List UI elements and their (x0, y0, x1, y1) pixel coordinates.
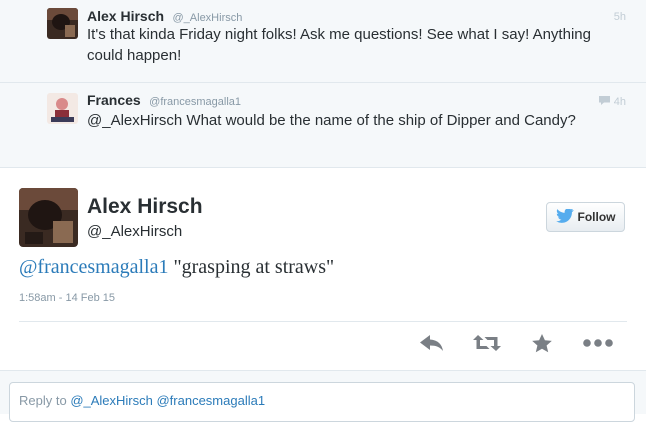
reply-mentions: @_AlexHirsch @francesmagalla1 (70, 393, 266, 408)
author-handle[interactable]: @francesmagalla1 (149, 96, 241, 108)
tweet-time-wrap: 4h (598, 95, 626, 109)
conversation-icon (598, 95, 611, 109)
reply-area: Reply to @_AlexHirsch @francesmagalla1 (0, 370, 646, 422)
retweet-icon[interactable] (473, 331, 501, 355)
tweet-text: @francesmagalla1 "grasping at straws" (19, 256, 334, 279)
tweet-header: Frances @francesmagalla1 (87, 92, 241, 110)
conversation-thread: Alex Hirsch @_AlexHirsch 5h It's that ki… (0, 0, 646, 168)
reply-input[interactable]: Reply to @_AlexHirsch @francesmagalla1 (9, 382, 635, 422)
favorite-icon[interactable] (528, 331, 556, 355)
twitter-bird-icon (555, 207, 574, 226)
author-handle[interactable]: @_AlexHirsch (87, 223, 182, 240)
context-tweet-frances[interactable]: Frances @francesmagalla1 4h @_AlexHirsch… (0, 83, 646, 167)
main-tweet: Alex Hirsch @_AlexHirsch Follow @frances… (0, 168, 646, 378)
tweet-time[interactable]: 4h (614, 96, 626, 108)
reply-icon[interactable] (418, 331, 446, 355)
author-name[interactable]: Frances (87, 92, 141, 108)
tweet-timestamp[interactable]: 1:58am - 14 Feb 15 (19, 292, 115, 304)
avatar[interactable] (47, 93, 78, 124)
more-icon[interactable] (582, 331, 614, 355)
reply-prefix: Reply to (19, 393, 71, 408)
tweet-body: "grasping at straws" (168, 256, 335, 278)
avatar[interactable] (19, 188, 78, 247)
avatar[interactable] (47, 8, 78, 39)
mention-link[interactable]: @francesmagalla1 (19, 256, 168, 278)
tweet-time[interactable]: 5h (614, 11, 626, 23)
tweet-text: @_AlexHirsch What would be the name of t… (87, 112, 576, 129)
follow-label: Follow (577, 210, 616, 224)
follow-button[interactable]: Follow (546, 202, 625, 232)
divider (19, 321, 627, 322)
author-name[interactable]: Alex Hirsch (87, 195, 203, 219)
author-handle[interactable]: @_AlexHirsch (173, 12, 243, 24)
tweet-text: It's that kinda Friday night folks! Ask … (87, 26, 591, 64)
author-name[interactable]: Alex Hirsch (87, 8, 164, 24)
tweet-actions (0, 331, 646, 355)
context-tweet-alex[interactable]: Alex Hirsch @_AlexHirsch 5h It's that ki… (0, 0, 646, 83)
